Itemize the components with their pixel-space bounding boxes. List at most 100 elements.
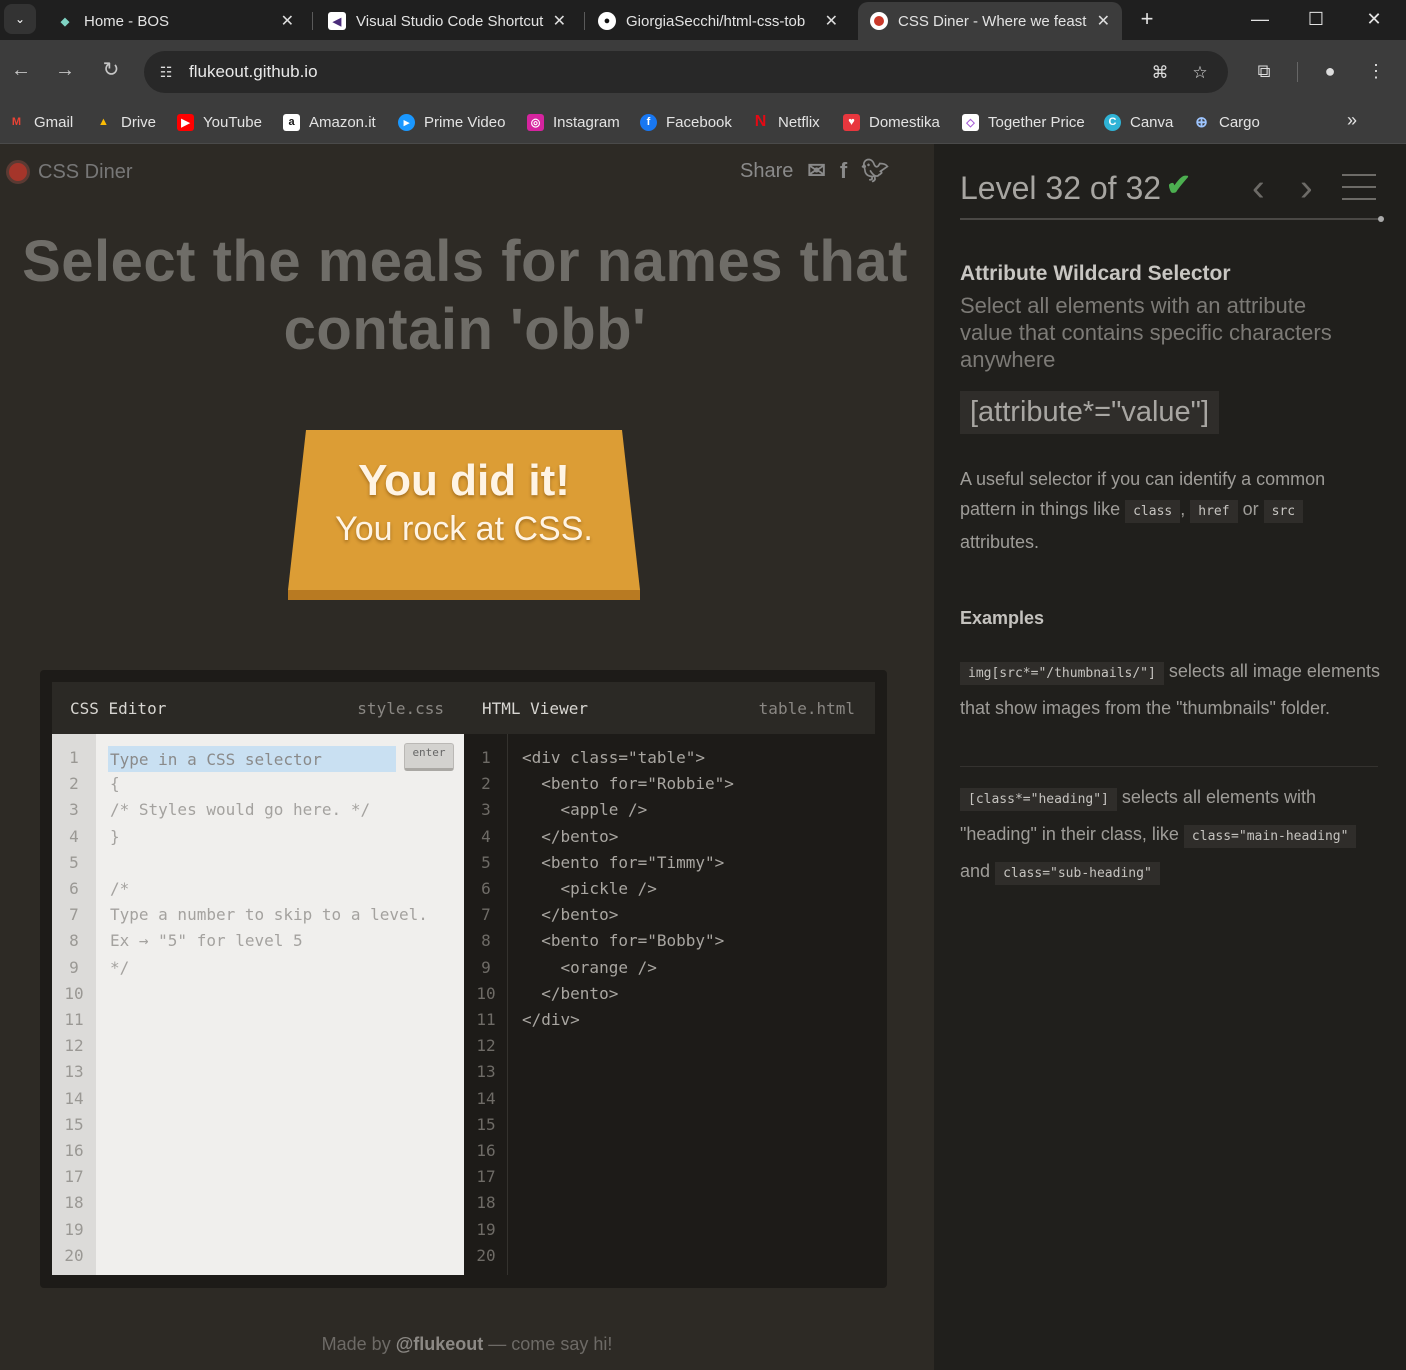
author-link[interactable]: @flukeout [396,1334,484,1354]
html-code-line[interactable]: <bento for="Robbie"> [522,774,734,793]
html-code-line[interactable]: <orange /> [522,958,657,977]
close-tab-icon[interactable]: ✕ [1097,11,1110,31]
bookmark-amazon[interactable]: a Amazon.it [283,110,376,134]
browser-tab-strip: ⌄ ◆ Home - BOS ✕ ◀ Visual Studio Code Sh… [0,0,1406,40]
html-code-line[interactable]: <pickle /> [522,879,657,898]
bookmark-prime-video[interactable]: ▸ Prime Video [398,110,505,134]
line-number: 10 [64,983,84,1003]
line-number: 8 [481,931,491,951]
enter-button[interactable]: enter [404,743,454,771]
css-editor-title: CSS Editor [70,699,167,718]
line-number: 9 [481,957,491,977]
tab-css-diner[interactable]: CSS Diner - Where we feast ✕ [858,2,1122,40]
line-number: 13 [64,1062,84,1082]
bookmark-canva[interactable]: C Canva [1104,110,1173,134]
tab-github-repo[interactable]: ● GiorgiaSecchi/html-css-tob ✕ [586,2,850,40]
bookmark-label: Facebook [666,113,732,131]
next-level-icon[interactable]: › [1300,169,1313,207]
html-line-numbers: 1 2 3 4 5 6 7 8 9 10 11 12 13 14 15 16 17 18 19 20 [464,734,508,1275]
line-number: 6 [481,879,491,898]
new-tab-icon[interactable]: + [1136,6,1158,32]
bookmark-star-icon[interactable]: ☆ [1188,61,1212,85]
facebook-icon: f [640,113,657,131]
bookmark-domestika[interactable]: ♥ Domestika [843,110,940,134]
bookmark-together-price[interactable]: ◇ Together Price [962,110,1085,134]
css-selector-input[interactable] [108,746,396,772]
bookmark-label: Together Price [988,113,1085,131]
line-number: 19 [64,1219,84,1239]
bookmark-label: Canva [1130,113,1174,131]
html-code-line[interactable]: <apple /> [522,800,648,819]
together-price-icon: ◇ [962,113,979,131]
twitter-icon[interactable]: 🐦︎ [861,158,889,184]
css-editor-header: CSS Editor style.css [52,682,464,734]
line-number: 14 [476,1088,496,1108]
profile-icon[interactable]: ● [1316,57,1344,85]
html-code-line[interactable]: <bento for="Timmy"> [522,853,724,872]
level-menu-icon[interactable] [1342,174,1376,200]
translate-icon[interactable]: ⌘ [1148,61,1172,85]
level-indicator: Level 32 of 32 [960,170,1162,206]
site-info-icon[interactable]: ☷ [154,60,178,84]
footer-suffix: — come say hi! [488,1334,613,1354]
html-code-line[interactable]: </bento> [522,827,618,846]
bookmark-instagram[interactable]: ◎ Instagram [527,110,620,134]
bookmark-drive[interactable]: ▲ Drive [95,110,156,134]
facebook-icon[interactable]: f [840,158,847,184]
tab-title: Visual Studio Code Shortcut [356,12,544,30]
bookmark-label: Domestika [869,113,940,131]
bookmark-youtube[interactable]: ▶ YouTube [177,110,262,134]
css-diner-icon [870,12,888,30]
bookmark-netflix[interactable]: N Netflix [752,110,820,134]
example-code-main-heading: class="main-heading" [1183,825,1357,848]
html-code-line[interactable]: <bento for="Bobby"> [522,931,724,950]
tab-home-bos[interactable]: ◆ Home - BOS ✕ [44,2,306,40]
close-tab-icon[interactable]: ✕ [553,11,566,31]
html-code-line[interactable]: </bento> [522,984,618,1003]
extensions-icon[interactable]: ⧉ [1250,57,1278,85]
url-text[interactable]: flukeout.github.io [189,62,318,82]
domestika-icon: ♥ [843,113,860,131]
bookmark-cargo[interactable]: ⊕ Cargo [1193,110,1260,134]
bookmark-label: Amazon.it [309,113,376,131]
line-number: 20 [64,1245,84,1265]
line-number: 10 [476,983,496,1003]
close-tab-icon[interactable]: ✕ [281,11,294,31]
address-bar[interactable]: ☷ flukeout.github.io ⌘ ☆ [144,51,1228,93]
line-number: 15 [64,1114,84,1134]
hint-suffix: attributes. [960,532,1040,552]
line-number: 7 [481,905,491,925]
tab-search-chevron-icon[interactable]: ⌄ [4,4,36,34]
css-diner-logo[interactable]: CSS Diner [6,160,132,184]
previous-level-icon[interactable]: ‹ [1252,169,1265,207]
example-code-sub-heading: class="sub-heading" [995,862,1160,885]
html-code-line[interactable]: </bento> [522,905,618,924]
html-code-line[interactable]: <div class="table"> [522,748,705,767]
game-area: CSS Diner Share ✉ f 🐦︎ Select the meals … [0,144,934,1370]
line-number: 12 [64,1036,84,1056]
bookmark-label: Prime Video [424,113,506,131]
close-window-icon[interactable]: ✕ [1360,6,1388,32]
more-menu-icon[interactable]: ⋮ [1362,57,1390,85]
forward-icon[interactable]: → [50,55,80,85]
dining-table: You did it! You rock at CSS. [286,430,642,600]
tab-divider [584,12,585,30]
bookmark-facebook[interactable]: f Facebook [640,110,732,134]
tab-vscode-shortcuts[interactable]: ◀ Visual Studio Code Shortcut ✕ [316,2,578,40]
line-number: 5 [481,852,491,872]
vscode-icon: ◀ [328,12,346,30]
close-tab-icon[interactable]: ✕ [825,11,838,31]
maximize-icon[interactable]: ☐ [1302,6,1330,32]
minimize-icon[interactable]: — [1246,6,1274,32]
css-diner-page: CSS Diner Share ✉ f 🐦︎ Select the meals … [0,144,1406,1370]
more-bookmarks-icon[interactable]: » [1347,110,1357,131]
tab-divider [312,12,313,30]
back-icon[interactable]: ← [6,55,36,85]
email-icon[interactable]: ✉ [807,158,825,184]
bookmark-label: YouTube [203,113,262,131]
line-number: 6 [69,879,79,898]
success-line-1: You did it! [358,456,570,505]
bookmark-gmail[interactable]: M Gmail [8,110,73,134]
html-code-line[interactable]: </div> [522,1010,580,1029]
reload-icon[interactable]: ↻ [96,55,126,85]
